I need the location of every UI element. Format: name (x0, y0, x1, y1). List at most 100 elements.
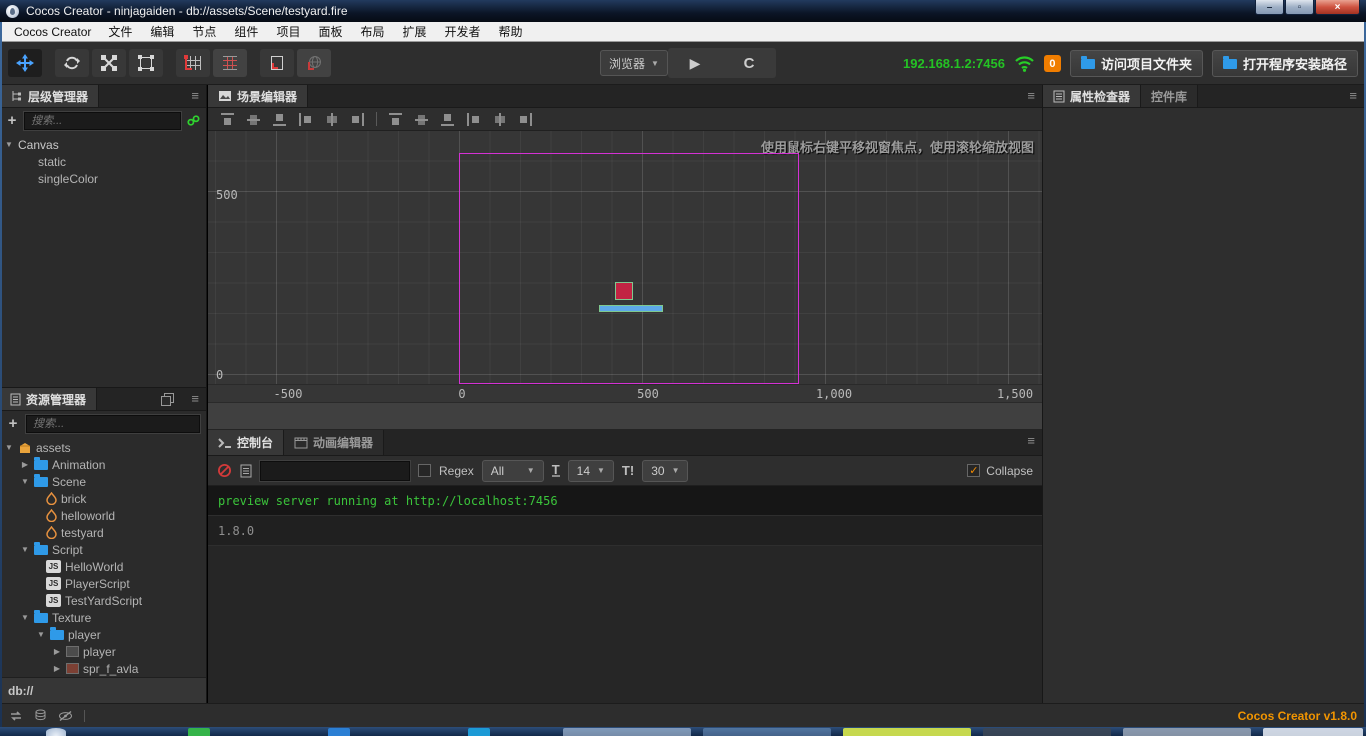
asset-root-assets[interactable]: ▼ assets (0, 439, 206, 456)
scale-tool-button[interactable] (92, 49, 126, 77)
tab-scene-editor[interactable]: 场景编辑器 (208, 85, 309, 107)
hierarchy-menu-icon[interactable]: ≡ (191, 88, 199, 103)
asset-script-testyardscript[interactable]: JS TestYardScript (0, 592, 206, 609)
preview-target-dropdown[interactable]: 浏览器 ▼ (600, 50, 668, 76)
hierarchy-node-singlecolor[interactable]: singleColor (0, 170, 206, 187)
caret-down-icon[interactable]: ▼ (36, 630, 46, 639)
menu-edit[interactable]: 编辑 (141, 22, 183, 41)
align-left-button[interactable] (298, 112, 313, 127)
taskbar-window-button[interactable] (703, 728, 831, 736)
caret-down-icon[interactable]: ▼ (4, 140, 14, 149)
menu-brand[interactable]: Cocos Creator (6, 22, 99, 41)
asset-folder-scene[interactable]: ▼ Scene (0, 473, 206, 490)
distribute-right-button[interactable] (518, 112, 533, 127)
tab-assets[interactable]: 资源管理器 (0, 388, 98, 410)
taskbar-app-icon[interactable] (188, 728, 210, 736)
compile-error-badge[interactable]: 0 (1043, 55, 1061, 72)
console-menu-icon[interactable]: ≡ (1027, 433, 1035, 448)
menu-project[interactable]: 项目 (267, 22, 309, 41)
caret-down-icon[interactable]: ▼ (4, 443, 14, 452)
distribute-horizontal-center-button[interactable] (492, 112, 507, 127)
close-button[interactable]: × (1315, 0, 1360, 15)
play-button[interactable]: ▶ (668, 48, 722, 78)
scene-node-box[interactable] (615, 282, 633, 300)
align-top-button[interactable] (220, 112, 235, 127)
asset-script-playerscript[interactable]: JS PlayerScript (0, 575, 206, 592)
taskbar-window-button[interactable] (1263, 728, 1363, 736)
hierarchy-node-static[interactable]: static (0, 153, 206, 170)
asset-script-helloworld[interactable]: JS HelloWorld (0, 558, 206, 575)
anchor-grid-button[interactable] (176, 49, 210, 77)
tab-animation-editor[interactable]: 动画编辑器 (284, 430, 385, 455)
asset-scene-helloworld[interactable]: helloworld (0, 507, 206, 524)
popout-icon[interactable] (161, 393, 174, 406)
asset-image-spr[interactable]: ▶ spr_f_avla (0, 660, 206, 677)
regex-checkbox[interactable] (418, 464, 431, 477)
collapse-checkbox[interactable]: ✓ (967, 464, 981, 477)
grid-snap-button[interactable] (213, 49, 247, 77)
move-tool-button[interactable] (8, 49, 42, 77)
design-canvas-outline[interactable] (459, 153, 799, 384)
world-anchor-button[interactable] (297, 49, 331, 77)
tab-widget-library[interactable]: 控件库 (1141, 85, 1199, 107)
align-bottom-button[interactable] (272, 112, 287, 127)
taskbar-app-icon[interactable] (328, 728, 350, 736)
asset-folder-animation[interactable]: ▶ Animation (0, 456, 206, 473)
database-icon[interactable] (34, 709, 47, 722)
caret-down-icon[interactable]: ▼ (20, 613, 30, 622)
rect-tool-button[interactable] (129, 49, 163, 77)
distribute-top-button[interactable] (388, 112, 403, 127)
caret-right-icon[interactable]: ▶ (52, 647, 62, 656)
asset-folder-script[interactable]: ▼ Script (0, 541, 206, 558)
menu-component[interactable]: 组件 (225, 22, 267, 41)
console-filter-input[interactable] (260, 460, 410, 481)
menu-help[interactable]: 帮助 (490, 22, 532, 41)
tab-console[interactable]: 控制台 (208, 430, 285, 455)
caret-down-icon[interactable]: ▼ (20, 545, 30, 554)
eye-off-icon[interactable] (58, 710, 73, 722)
taskbar-window-button[interactable] (1123, 728, 1251, 736)
clear-log-button[interactable] (217, 463, 232, 478)
caret-right-icon[interactable]: ▶ (20, 460, 30, 469)
open-project-folder-button[interactable]: 访问项目文件夹 (1069, 50, 1203, 77)
taskbar-window-button[interactable] (563, 728, 691, 736)
log-level-dropdown[interactable]: All ▼ (481, 459, 544, 482)
assets-search-input[interactable] (26, 414, 200, 433)
menu-node[interactable]: 节点 (183, 22, 225, 41)
open-log-file-button[interactable] (240, 464, 252, 478)
assets-add-button[interactable]: + (6, 415, 20, 432)
menu-extension[interactable]: 扩展 (393, 22, 435, 41)
scene-node-platform[interactable] (599, 305, 663, 312)
link-icon[interactable] (187, 114, 200, 127)
line-height-dropdown[interactable]: 30 ▼ (642, 459, 689, 482)
inspector-menu-icon[interactable]: ≡ (1349, 88, 1357, 103)
taskbar-start-orb[interactable] (46, 728, 66, 736)
align-vertical-center-button[interactable] (246, 112, 261, 127)
tab-hierarchy[interactable]: 层级管理器 (0, 85, 100, 107)
menu-panel[interactable]: 面板 (309, 22, 351, 41)
hierarchy-search-input[interactable] (24, 111, 182, 130)
distribute-vertical-center-button[interactable] (414, 112, 429, 127)
align-horizontal-center-button[interactable] (324, 112, 339, 127)
asset-folder-player[interactable]: ▼ player (0, 626, 206, 643)
maximize-button[interactable]: ▫ (1285, 0, 1314, 15)
scene-menu-icon[interactable]: ≡ (1027, 88, 1035, 103)
align-right-button[interactable] (350, 112, 365, 127)
menu-file[interactable]: 文件 (99, 22, 141, 41)
log-entry[interactable]: 1.8.0 (208, 516, 1042, 546)
distribute-bottom-button[interactable] (440, 112, 455, 127)
scene-horizontal-scrollbar[interactable] (208, 402, 1042, 430)
rotate-tool-button[interactable] (55, 49, 89, 77)
menu-layout[interactable]: 布局 (351, 22, 393, 41)
tab-inspector[interactable]: 属性检查器 (1043, 85, 1142, 107)
scene-viewport[interactable]: 使用鼠标右键平移视窗焦点，使用滚轮缩放视图 500 0 (208, 131, 1042, 384)
log-entry[interactable]: preview server running at http://localho… (208, 486, 1042, 516)
minimize-button[interactable]: – (1255, 0, 1284, 15)
taskbar-app-icon[interactable] (468, 728, 490, 736)
asset-scene-brick[interactable]: brick (0, 490, 206, 507)
menu-developer[interactable]: 开发者 (436, 22, 490, 41)
open-install-path-button[interactable]: 打开程序安装路径 (1211, 50, 1358, 77)
font-size-dropdown[interactable]: 14 ▼ (567, 459, 614, 482)
asset-scene-testyard[interactable]: testyard (0, 524, 206, 541)
caret-right-icon[interactable]: ▶ (52, 664, 62, 673)
